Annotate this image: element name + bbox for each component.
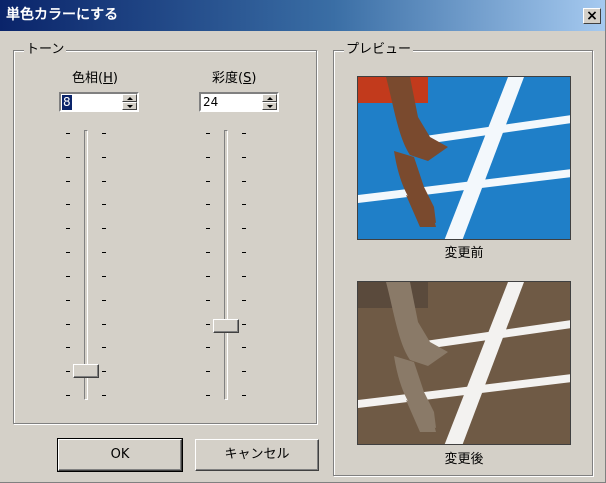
cancel-button[interactable]: キャンセル <box>195 439 319 471</box>
after-caption: 変更後 <box>444 452 484 467</box>
slider-tick <box>102 371 106 372</box>
slider-tick <box>206 395 210 396</box>
saturation-slider-thumb[interactable] <box>213 319 239 333</box>
slider-tick <box>66 157 70 158</box>
slider-tick <box>242 157 246 158</box>
title-bar: 単色カラーにする × <box>0 0 605 31</box>
sprinter-start-photo <box>358 77 570 239</box>
slider-tick <box>242 204 246 205</box>
slider-tick <box>102 157 106 158</box>
slider-tick <box>206 347 210 348</box>
slider-tick <box>66 133 70 134</box>
saturation-label: 彩度(S) <box>212 71 257 86</box>
monotone-color-dialog: 単色カラーにする × トーン 色相(H) 8 彩度(S) 24 プレビュー 変更… <box>0 0 606 483</box>
slider-tick <box>102 252 106 253</box>
slider-tick <box>102 324 106 325</box>
hue-slider[interactable] <box>60 125 112 405</box>
slider-tick <box>242 300 246 301</box>
slider-tick <box>66 181 70 182</box>
slider-tick <box>102 395 106 396</box>
slider-tick <box>66 371 70 372</box>
slider-tick <box>206 276 210 277</box>
slider-tick <box>102 347 106 348</box>
ok-button[interactable]: OK <box>57 438 183 472</box>
preview-group-label: プレビュー <box>344 42 414 58</box>
saturation-value[interactable]: 24 <box>203 95 218 110</box>
saturation-decrement-button[interactable] <box>262 102 277 110</box>
slider-tick <box>206 324 210 325</box>
slider-tick <box>102 228 106 229</box>
hue-label: 色相(H) <box>72 71 118 86</box>
sprinter-start-photo-sepia <box>358 282 570 444</box>
saturation-slider-track <box>224 130 228 400</box>
dialog-title: 単色カラーにする <box>6 7 119 23</box>
slider-tick <box>102 300 106 301</box>
saturation-spin-box[interactable]: 24 <box>199 92 279 112</box>
hue-accesskey: H <box>103 71 113 86</box>
slider-tick <box>66 276 70 277</box>
hue-increment-button[interactable] <box>122 94 137 102</box>
slider-tick <box>102 133 106 134</box>
ok-button-label: OK <box>110 447 130 462</box>
tone-group-label: トーン <box>24 42 67 58</box>
slider-tick <box>242 276 246 277</box>
hue-slider-track <box>84 130 88 400</box>
slider-tick <box>242 181 246 182</box>
saturation-slider[interactable] <box>200 125 252 405</box>
hue-value[interactable]: 8 <box>62 95 72 110</box>
slider-tick <box>242 133 246 134</box>
slider-tick <box>242 371 246 372</box>
hue-slider-thumb[interactable] <box>73 364 99 378</box>
slider-tick <box>242 252 246 253</box>
slider-tick <box>102 204 106 205</box>
cancel-button-label: キャンセル <box>224 447 290 462</box>
before-caption: 変更前 <box>444 246 484 261</box>
slider-tick <box>66 204 70 205</box>
slider-tick <box>66 395 70 396</box>
slider-tick <box>206 252 210 253</box>
slider-tick <box>102 276 106 277</box>
hue-spin-box[interactable]: 8 <box>59 92 139 112</box>
slider-tick <box>66 347 70 348</box>
slider-tick <box>66 228 70 229</box>
slider-tick <box>206 228 210 229</box>
slider-tick <box>206 204 210 205</box>
hue-decrement-button[interactable] <box>122 102 137 110</box>
close-button[interactable]: × <box>583 8 601 24</box>
slider-tick <box>102 181 106 182</box>
slider-tick <box>206 371 210 372</box>
slider-tick <box>206 300 210 301</box>
slider-tick <box>242 395 246 396</box>
close-icon: × <box>586 8 598 24</box>
slider-tick <box>66 252 70 253</box>
slider-tick <box>242 324 246 325</box>
saturation-increment-button[interactable] <box>262 94 277 102</box>
slider-tick <box>242 347 246 348</box>
preview-after-image <box>357 281 571 445</box>
slider-tick <box>242 228 246 229</box>
slider-tick <box>66 300 70 301</box>
slider-tick <box>206 133 210 134</box>
slider-tick <box>66 324 70 325</box>
slider-tick <box>206 157 210 158</box>
preview-before-image <box>357 76 571 240</box>
slider-tick <box>206 181 210 182</box>
